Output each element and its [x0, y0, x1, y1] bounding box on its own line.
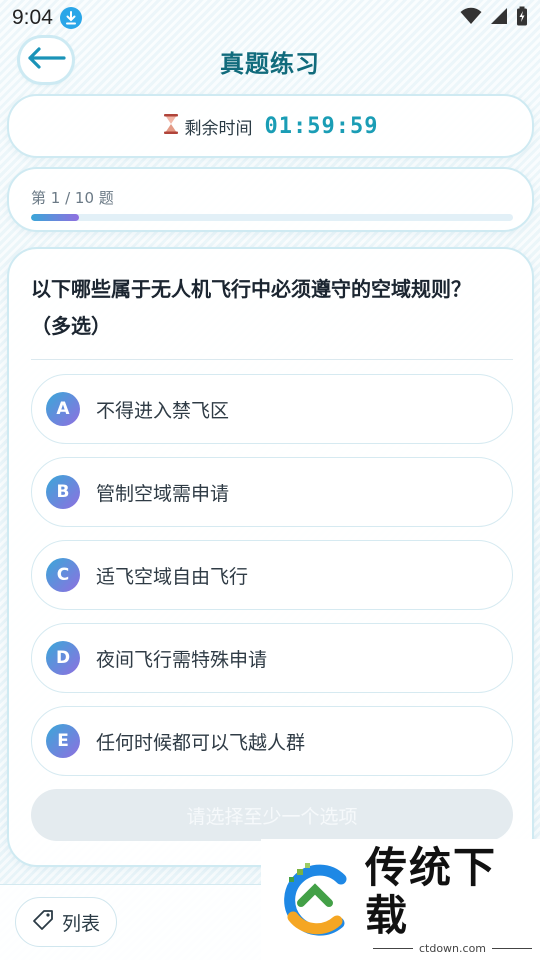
options-list: A 不得进入禁飞区 B 管制空域需申请 C 适飞空域自由飞行 D 夜间飞行需特殊… [31, 374, 513, 776]
status-icons [460, 6, 528, 30]
progress-text: 第 1 / 10 题 [31, 189, 114, 207]
option-c[interactable]: C 适飞空域自由飞行 [31, 540, 513, 610]
question-card: 以下哪些属于无人机飞行中必须遵守的空域规则？（多选） A 不得进入禁飞区 B 管… [7, 247, 534, 867]
option-letter: C [46, 558, 80, 592]
watermark-url: ctdown.com [418, 942, 487, 955]
wifi-icon [460, 7, 482, 29]
divider [372, 948, 413, 949]
watermark-text: 传统下载 ctdown.com [365, 844, 540, 955]
back-arrow-icon [26, 47, 66, 73]
list-button[interactable]: 列表 [15, 897, 117, 947]
option-text: 适飞空域自由飞行 [96, 565, 249, 588]
watermark: 传统下载 ctdown.com [261, 839, 540, 960]
option-letter: A [46, 392, 80, 426]
signal-icon [490, 7, 508, 29]
option-letter: E [46, 724, 80, 758]
divider [492, 948, 533, 949]
progress-bar-fill [31, 214, 80, 221]
progress-card: 第 1 / 10 题 [7, 167, 534, 232]
option-text: 不得进入禁飞区 [96, 399, 230, 422]
option-d[interactable]: D 夜间飞行需特殊申请 [31, 623, 513, 693]
submit-button[interactable]: 请选择至少一个选项 [31, 789, 513, 841]
watermark-url-row: ctdown.com [372, 942, 533, 955]
hourglass-icon [163, 113, 179, 139]
download-icon [59, 7, 82, 29]
list-label: 列表 [61, 912, 100, 935]
back-button[interactable] [20, 38, 72, 82]
watermark-name: 传统下载 [365, 843, 498, 940]
question-text: 以下哪些属于无人机飞行中必须遵守的空域规则？（多选） [31, 277, 471, 338]
option-text: 夜间飞行需特殊申请 [96, 648, 268, 671]
option-a[interactable]: A 不得进入禁飞区 [31, 374, 513, 444]
battery-icon [516, 6, 528, 30]
option-text: 管制空域需申请 [96, 482, 230, 505]
option-letter: B [46, 475, 80, 509]
tag-icon [32, 909, 54, 935]
page-title: 真题练习 [220, 49, 320, 78]
option-e[interactable]: E 任何时候都可以飞越人群 [31, 706, 513, 776]
timer-label: 剩余时间 [184, 118, 253, 139]
divider [31, 359, 513, 360]
timer-value: 01:59:59 [264, 113, 379, 139]
progress-bar [31, 214, 513, 221]
option-text: 任何时候都可以飞越人群 [96, 731, 306, 754]
status-bar: 9:04 [0, 0, 540, 36]
watermark-logo-icon [279, 862, 353, 937]
status-time: 9:04 [12, 6, 53, 29]
option-b[interactable]: B 管制空域需申请 [31, 457, 513, 527]
timer-card: 剩余时间 01:59:59 [7, 94, 534, 158]
option-letter: D [46, 641, 80, 675]
header: 真题练习 [0, 36, 540, 86]
